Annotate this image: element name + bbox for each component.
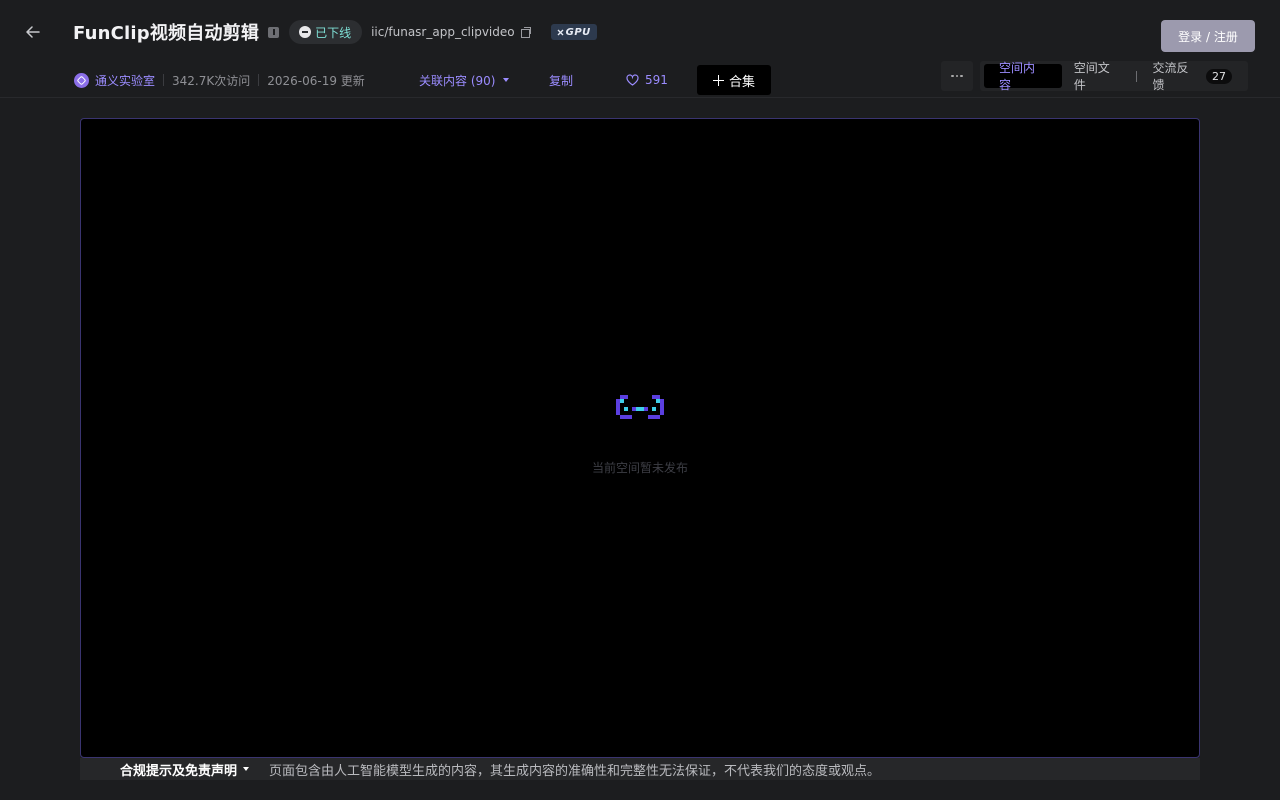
disclaimer-title: 合规提示及免责声明 <box>120 763 238 779</box>
org-link[interactable]: 通义实验室 <box>95 72 155 89</box>
empty-state: 当前空间暂未发布 <box>81 395 1199 476</box>
updated-date: 2026-06-19 更新 <box>267 73 365 88</box>
title-row: FunClip视频自动剪辑 已下线 iic/funasr_app_clipvid… <box>73 18 597 46</box>
org-avatar <box>74 72 89 88</box>
multiply-icon <box>557 29 564 35</box>
header-divider <box>0 97 1280 98</box>
collect-label: 合集 <box>728 74 755 90</box>
tab-divider <box>1136 70 1138 82</box>
like-button[interactable]: 591 <box>626 70 668 90</box>
caret-down-icon <box>503 78 510 82</box>
repo-path: iic/funasr_app_clipvideo <box>371 25 531 39</box>
heart-icon <box>626 74 639 86</box>
gpu-badge: GPU <box>550 24 597 40</box>
arrow-left-icon <box>26 26 40 38</box>
tab-feedback[interactable]: 交流反馈 27 <box>1140 61 1244 92</box>
feedback-count-badge: 27 <box>1206 68 1233 84</box>
tab-feedback-label: 交流反馈 <box>1152 61 1189 92</box>
plus-icon <box>712 74 724 86</box>
app-preview-frame: 当前空间暂未发布 <box>80 118 1200 758</box>
gpu-badge-label: GPU <box>565 26 591 38</box>
copy-icon[interactable] <box>520 27 531 38</box>
offline-icon <box>299 26 312 38</box>
page-title: FunClip视频自动剪辑 <box>73 23 260 44</box>
empty-state-message: 当前空间暂未发布 <box>591 461 688 475</box>
duplicate-button[interactable]: 复制 <box>549 70 573 90</box>
info-icon[interactable] <box>268 26 280 38</box>
back-button[interactable] <box>20 20 46 44</box>
tab-space-files[interactable]: 空间文件 <box>1062 61 1134 92</box>
compliance-footer: 合规提示及免责声明 页面包含由人工智能模型生成的内容，其生成内容的准确性和完整性… <box>80 758 1200 780</box>
pixel-face-icon <box>616 395 664 419</box>
login-button[interactable]: 登录 / 注册 <box>1161 20 1255 52</box>
like-count: 591 <box>645 73 668 87</box>
more-options-button[interactable] <box>941 61 973 91</box>
space-page: FunClip视频自动剪辑 已下线 iic/funasr_app_clipvid… <box>0 0 1280 800</box>
visit-count: 342.7K次访问 <box>172 73 251 88</box>
tab-space-content[interactable]: 空间内容 <box>984 61 1062 92</box>
more-dots-icon <box>951 74 954 78</box>
disclaimer-toggle[interactable]: 合规提示及免责声明 <box>120 760 250 779</box>
related-content-dropdown[interactable]: 关联内容 (90) <box>419 70 510 90</box>
space-meta: 通义实验室 342.7K次访问 2026-06-19 更新 <box>74 70 365 90</box>
caret-down-icon <box>243 767 250 771</box>
disclaimer-text: 页面包含由人工智能模型生成的内容，其生成内容的准确性和完整性无法保证，不代表我们… <box>269 763 881 779</box>
status-badge: 已下线 <box>289 20 363 44</box>
divider <box>258 74 260 86</box>
status-label: 已下线 <box>315 25 352 40</box>
related-content-label: 关联内容 (90) <box>419 73 496 88</box>
add-to-collection-button[interactable]: 合集 <box>697 65 771 95</box>
space-tabs: 空间内容 空间文件 交流反馈 27 <box>980 61 1248 92</box>
divider <box>163 74 165 86</box>
repo-path-text: iic/funasr_app_clipvideo <box>371 25 515 39</box>
